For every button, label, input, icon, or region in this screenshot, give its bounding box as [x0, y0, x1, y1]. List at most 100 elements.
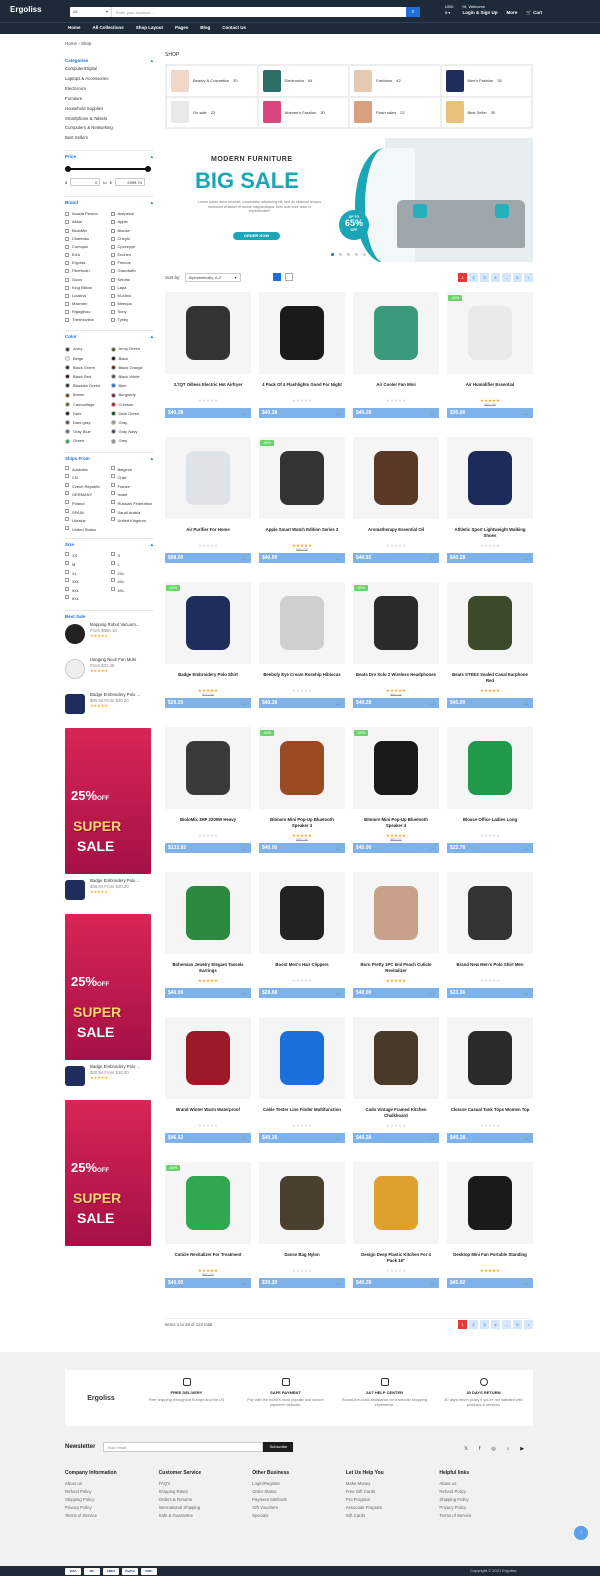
sidebar-category-item[interactable]: Computers & Networking	[65, 123, 153, 133]
footer-link[interactable]: Specials	[252, 1512, 346, 1520]
product-name[interactable]: Cado Vintage Framed Kitchen Chalkboard	[353, 1107, 439, 1123]
checkbox[interactable]	[110, 561, 115, 566]
product-card[interactable]: Design Deep Plastic Kitchen For 4 Pack 1…	[353, 1162, 439, 1296]
product-name[interactable]: Bitmore Mini Pop-Up Bluetooth Speaker 4	[259, 817, 345, 833]
add-to-cart-icon[interactable]: 🛒	[336, 843, 342, 853]
color-swatch[interactable]	[65, 392, 70, 398]
color-swatch[interactable]	[110, 383, 116, 389]
add-to-cart-icon[interactable]: 🛒	[242, 1133, 248, 1143]
category-tile[interactable]: Flash sales 22	[349, 96, 441, 128]
facebook-icon[interactable]: f	[479, 1446, 480, 1452]
size-option[interactable]: 6XL	[110, 586, 154, 596]
color-option[interactable]: Gray Blue	[65, 427, 108, 436]
product-image[interactable]	[259, 872, 345, 954]
color-swatch[interactable]	[65, 401, 70, 407]
product-card[interactable]: -50% Beats Dre Solo 2 Wireless Headphones…	[353, 582, 439, 716]
size-option[interactable]: 6XL	[65, 595, 108, 604]
checkbox[interactable]	[65, 261, 69, 266]
add-to-cart-icon[interactable]: 🛒	[430, 988, 436, 998]
color-option[interactable]: Gray	[110, 418, 154, 427]
product-name[interactable]: Badge Embroidery Polo Shirt	[165, 672, 251, 688]
product-image[interactable]: -50%	[353, 582, 439, 664]
checkbox[interactable]	[65, 491, 69, 496]
checkbox[interactable]	[110, 552, 115, 557]
page-link[interactable]: 4	[491, 273, 500, 282]
product-card[interactable]: Beats STEEZ Sealed Canal Earphone Red ★★★…	[447, 582, 533, 716]
brand-option[interactable]: Blouse	[110, 227, 154, 235]
color-swatch[interactable]	[110, 420, 116, 426]
sidebar-category-item[interactable]: Computer/Digital	[65, 64, 153, 74]
checkbox[interactable]	[110, 236, 115, 241]
checkbox[interactable]	[110, 508, 115, 513]
page-link[interactable]: 2	[469, 273, 478, 282]
color-option[interactable]: Black	[110, 354, 154, 363]
add-to-cart-icon[interactable]: 🛒	[336, 1278, 342, 1288]
sidebar-category-item[interactable]: Electronics	[65, 84, 153, 94]
ships-option[interactable]: CN	[65, 474, 108, 483]
category-tile[interactable]: Fashions 42	[349, 65, 441, 97]
best-sale-item[interactable]: Badge Embroidery Polo ... $30.94 From $20…	[65, 878, 153, 910]
add-to-cart-icon[interactable]: 🛒	[336, 1133, 342, 1143]
product-image[interactable]: -50%	[259, 437, 345, 519]
product-image[interactable]	[447, 872, 533, 954]
brand-option[interactable]: Grandwith	[110, 267, 154, 275]
add-to-cart-icon[interactable]: 🛒	[430, 408, 436, 418]
color-swatch[interactable]	[65, 429, 70, 435]
breadcrumb-home[interactable]: Home	[65, 41, 77, 46]
login-link[interactable]: Login & Sign Up	[462, 10, 497, 16]
footer-link[interactable]: Associate Program	[346, 1504, 440, 1512]
color-swatch[interactable]	[110, 392, 116, 398]
footer-link[interactable]: Terms of Service	[65, 1512, 159, 1520]
page-link[interactable]: 5	[513, 1320, 522, 1329]
checkbox[interactable]	[65, 302, 69, 307]
add-to-cart-icon[interactable]: 🛒	[242, 843, 248, 853]
product-card[interactable]: -50% Bitmore Mini Pop-Up Bluetooth Speake…	[353, 727, 439, 861]
ships-option[interactable]: GERMANY	[65, 491, 108, 500]
footer-logo[interactable]: Ergoliss	[65, 1370, 137, 1426]
sidebar-category-item[interactable]: Furniture	[65, 94, 153, 104]
size-option[interactable]: XS	[65, 552, 108, 561]
product-name[interactable]: Born Pretty 1PC 8ml Peach Cuticle Revita…	[353, 962, 439, 978]
checkbox[interactable]	[110, 261, 115, 266]
hero-banner[interactable]: MODERN FURNITURE BIG SALE Lorem ipsum do…	[165, 138, 533, 262]
checkbox[interactable]	[110, 244, 115, 249]
product-card[interactable]: 4 Pack Of 4 Flashlights Good For Night ★★…	[259, 292, 345, 426]
best-sale-item[interactable]: Badge Embroidery Polo ... $30.94 From $20…	[65, 1064, 153, 1096]
product-image[interactable]	[259, 1017, 345, 1099]
product-image[interactable]	[353, 1162, 439, 1244]
footer-link[interactable]: Pro Program	[346, 1496, 440, 1504]
footer-link[interactable]: About us	[65, 1480, 159, 1488]
brand-option[interactable]: M-Alloo	[110, 292, 154, 300]
checkbox[interactable]	[110, 269, 115, 274]
price-heading[interactable]: Price ▴	[65, 150, 153, 160]
product-image[interactable]: -40%	[165, 582, 251, 664]
ships-option[interactable]: United Kingdom	[110, 517, 154, 526]
product-name[interactable]: Apple Smart Watch Edition Series 3	[259, 527, 345, 543]
product-card[interactable]: Athletic Sport Lightweight Walking Shoes…	[447, 437, 533, 571]
footer-link[interactable]: Shipping Policy	[439, 1496, 533, 1504]
product-name[interactable]: Brand New Men's Polo Shirt Men	[447, 962, 533, 978]
product-name[interactable]: Boost Men's Hair Clippers	[259, 962, 345, 978]
brand-option[interactable]: Thermoview	[65, 316, 108, 324]
product-name[interactable]: Dance Bag Nylon	[259, 1252, 345, 1268]
color-swatch[interactable]	[110, 429, 116, 435]
color-swatch[interactable]	[110, 401, 116, 407]
checkbox[interactable]	[110, 500, 115, 505]
product-image[interactable]	[165, 727, 251, 809]
search-input[interactable]: Enter your keyword ...	[112, 10, 406, 15]
footer-link[interactable]: Terms of Service	[439, 1512, 533, 1520]
color-swatch[interactable]	[110, 410, 116, 416]
product-card[interactable]: Boost Men's Hair Clippers ★★★★★ $28.68 🛒	[259, 872, 345, 1006]
checkbox[interactable]	[65, 236, 69, 241]
brand-option[interactable]: Feecoe	[110, 259, 154, 267]
checkbox[interactable]	[110, 293, 115, 298]
footer-link[interactable]: Privacy Policy	[439, 1504, 533, 1512]
add-to-cart-icon[interactable]: 🛒	[430, 1278, 436, 1288]
color-option[interactable]: Dark	[65, 409, 108, 418]
checkbox[interactable]	[110, 482, 115, 487]
checkbox[interactable]	[65, 569, 69, 574]
add-to-cart-icon[interactable]: 🛒	[524, 698, 530, 708]
checkbox[interactable]	[65, 586, 69, 591]
sidebar-category-item[interactable]: Smartphone & Tablets	[65, 114, 153, 124]
product-card[interactable]: -50% Apple Smart Watch Edition Series 3 ★★…	[259, 437, 345, 571]
